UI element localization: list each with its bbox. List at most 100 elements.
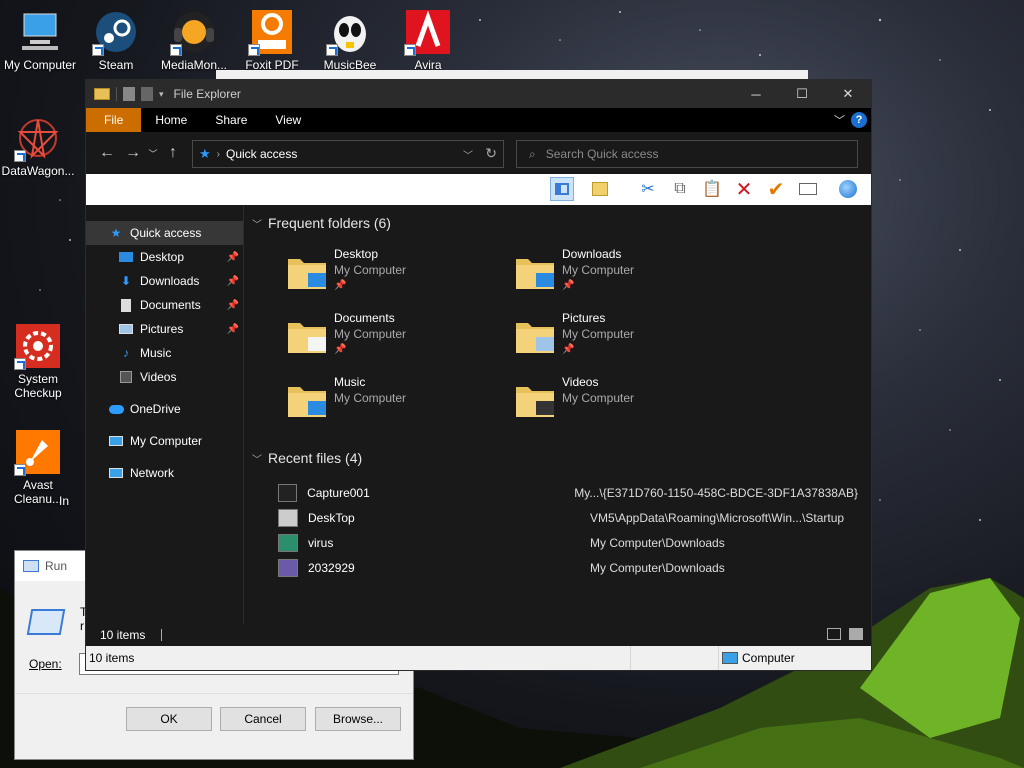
frequent-folder-music[interactable]: Music My Computer bbox=[286, 375, 496, 431]
refresh-icon[interactable]: ↻ bbox=[485, 145, 497, 162]
sidebar-item-music[interactable]: ♪ Music bbox=[86, 341, 243, 365]
forward-arrow-icon[interactable]: → bbox=[120, 144, 146, 162]
properties-icon[interactable] bbox=[123, 87, 135, 101]
preview-pane-icon[interactable] bbox=[550, 177, 574, 201]
separator bbox=[116, 87, 117, 101]
folder-name: Downloads bbox=[562, 247, 622, 261]
recent-file-row[interactable]: Capture001 My...\{E371D760-1150-458C-BDCE… bbox=[278, 482, 858, 504]
ok-button[interactable]: OK bbox=[126, 707, 212, 731]
folder-icon[interactable] bbox=[94, 88, 110, 100]
file-explorer-window[interactable]: ▾ File Explorer ─ ☐ ✕ File Home Share Vi… bbox=[86, 80, 871, 670]
recent-file-row[interactable]: DeskTop VM5\AppData\Roaming\Microsoft\Win… bbox=[278, 507, 858, 529]
frequent-folder-desktop[interactable]: Desktop My Computer 📌 bbox=[286, 247, 496, 303]
desktop-icon-foxit-pdf[interactable]: Foxit PDF bbox=[234, 8, 310, 72]
status-separator bbox=[161, 629, 163, 641]
window-title: File Explorer bbox=[173, 87, 241, 101]
folder-location: My Computer bbox=[334, 391, 407, 405]
recent-file-row[interactable]: virus My Computer\Downloads bbox=[278, 532, 858, 554]
sidebar-item-onedrive[interactable]: OneDrive bbox=[86, 397, 243, 421]
file-name: Capture001 bbox=[307, 486, 370, 500]
frequent-folder-videos[interactable]: Videos My Computer bbox=[514, 375, 724, 431]
expand-ribbon-icon[interactable]: ﹀ bbox=[834, 112, 845, 128]
search-input[interactable]: ⌕ Search Quick access bbox=[516, 140, 858, 168]
details-view-icon[interactable] bbox=[827, 628, 841, 640]
shortcut-arrow-icon bbox=[14, 150, 26, 162]
frequent-folder-pictures[interactable]: Pictures My Computer 📌 bbox=[514, 311, 724, 367]
recent-locations-icon[interactable]: ﹀ bbox=[146, 147, 160, 160]
computer-icon bbox=[108, 434, 124, 448]
sidebar-item-videos[interactable]: Videos bbox=[86, 365, 243, 389]
globe-icon[interactable] bbox=[836, 177, 860, 201]
desktop-icon-system-checkup[interactable]: System Checkup bbox=[0, 322, 76, 400]
cut-icon[interactable]: ✂ bbox=[636, 177, 660, 201]
maximize-button[interactable]: ☐ bbox=[779, 80, 825, 108]
help-icon[interactable]: ? bbox=[851, 112, 867, 128]
folder-icon bbox=[288, 323, 326, 353]
desktop-icon-my-computer[interactable]: My Computer bbox=[2, 8, 78, 72]
up-arrow-icon[interactable]: ↑ bbox=[160, 144, 186, 162]
checkmark-icon[interactable]: ✔ bbox=[764, 177, 788, 201]
frequent-folder-documents[interactable]: Documents My Computer 📌 bbox=[286, 311, 496, 367]
shortcut-arrow-icon bbox=[92, 44, 104, 56]
file-name: DeskTop bbox=[308, 511, 355, 525]
computer-icon bbox=[722, 652, 738, 664]
sidebar-item-desktop[interactable]: Desktop 📌 bbox=[86, 245, 243, 269]
window-controls: ─ ☐ ✕ bbox=[733, 80, 871, 108]
folder-location: My Computer bbox=[562, 263, 635, 277]
shortcut-arrow-icon bbox=[14, 358, 26, 370]
frequent-folders-header[interactable]: ﹀ Frequent folders (6) bbox=[252, 215, 391, 231]
tab-home[interactable]: Home bbox=[141, 108, 201, 132]
recent-files-header[interactable]: ﹀ Recent files (4) bbox=[252, 450, 362, 466]
sidebar-item-network[interactable]: Network bbox=[86, 461, 243, 485]
desktop-icon-steam[interactable]: Steam bbox=[78, 8, 154, 72]
run-icon bbox=[23, 560, 39, 572]
folder-location: My Computer bbox=[562, 327, 635, 341]
browse-button[interactable]: Browse... bbox=[315, 707, 401, 731]
dropdown-icon[interactable]: ▾ bbox=[612, 177, 624, 201]
address-bar[interactable]: ★ › Quick access ﹀ ↻ bbox=[192, 140, 504, 168]
large-icons-view-icon[interactable] bbox=[849, 628, 863, 640]
rename-icon[interactable] bbox=[796, 177, 820, 201]
folder-icon bbox=[516, 323, 554, 353]
address-dropdown-icon[interactable]: ﹀ bbox=[463, 147, 473, 162]
desktop-icon-mediamonkey[interactable]: MediaMon... bbox=[156, 8, 232, 72]
content-pane[interactable]: ﹀ Frequent folders (6) Desktop My Compute… bbox=[244, 205, 871, 624]
tab-file[interactable]: File bbox=[86, 108, 142, 132]
tab-share[interactable]: Share bbox=[201, 108, 261, 132]
new-folder-icon[interactable] bbox=[141, 87, 153, 101]
desktop-icon-avira[interactable]: Avira bbox=[390, 8, 466, 72]
sidebar-item-label: OneDrive bbox=[130, 402, 181, 416]
address-chevron-icon: › bbox=[216, 148, 220, 160]
copy-icon[interactable]: ⧉ bbox=[668, 177, 692, 201]
run-program-icon bbox=[26, 609, 66, 635]
desktop-icon-datawagon[interactable]: DataWagon... bbox=[0, 114, 76, 178]
delete-icon[interactable]: ✕ bbox=[732, 177, 756, 201]
sidebar-item-label: Network bbox=[130, 466, 175, 480]
paste-icon[interactable]: 📋 bbox=[700, 177, 724, 201]
run-button-bar: OK Cancel Browse... bbox=[15, 693, 413, 759]
sidebar-item-quick-access[interactable]: ★ Quick access bbox=[86, 221, 243, 245]
customize-toolbar-icon[interactable]: ▾ bbox=[159, 89, 164, 100]
close-button[interactable]: ✕ bbox=[825, 80, 871, 108]
desktop-icon-musicbee[interactable]: MusicBee bbox=[312, 8, 388, 72]
sidebar-item-pictures[interactable]: Pictures 📌 bbox=[86, 317, 243, 341]
recent-file-row[interactable]: 2032929 My Computer\Downloads bbox=[278, 557, 858, 579]
pin-icon: 📌 bbox=[562, 344, 575, 355]
folder-icon bbox=[516, 259, 554, 289]
pin-icon: 📌 bbox=[226, 323, 239, 335]
address-text: Quick access bbox=[226, 147, 298, 161]
desktop-icon-partial: In bbox=[58, 494, 69, 508]
document-icon bbox=[118, 298, 134, 312]
sidebar-item-documents[interactable]: Documents 📌 bbox=[86, 293, 243, 317]
minimize-button[interactable]: ─ bbox=[733, 80, 779, 108]
frequent-folder-downloads[interactable]: Downloads My Computer 📌 bbox=[514, 247, 724, 303]
sidebar-item-downloads[interactable]: ⬇ Downloads 📌 bbox=[86, 269, 243, 293]
chevron-down-icon: ﹀ bbox=[252, 219, 262, 231]
tab-view[interactable]: View bbox=[261, 108, 315, 132]
sidebar-item-my-computer[interactable]: My Computer bbox=[86, 429, 243, 453]
back-arrow-icon[interactable]: ← bbox=[94, 144, 120, 162]
navigation-pane[interactable]: ★ Quick access Desktop 📌 ⬇ Downloads 📌 Document… bbox=[86, 205, 244, 624]
folder-icon bbox=[288, 259, 326, 289]
cancel-button[interactable]: Cancel bbox=[220, 707, 306, 731]
folder-options-icon[interactable] bbox=[588, 177, 612, 201]
